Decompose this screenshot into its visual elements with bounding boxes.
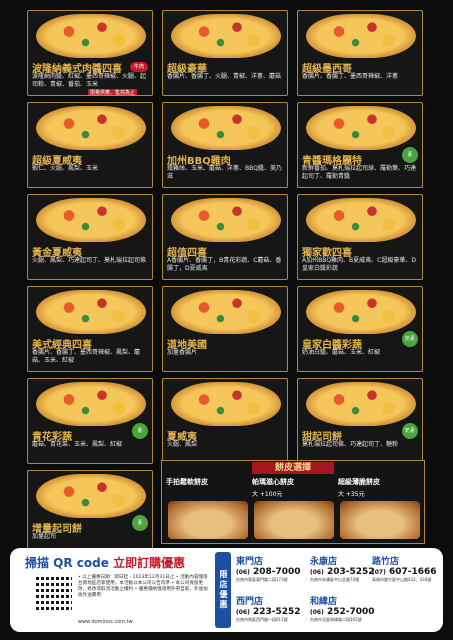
pizza-image <box>171 290 281 334</box>
store-ximen: 西門店 (06) 223-5252 台南市南區西門路一段611號 <box>236 597 301 622</box>
pizza-description: 莫札瑞拉起司條、巧達起司丁、糖粉 <box>302 441 399 448</box>
crust-option-thin[interactable]: 超級薄脆餅皮 大 +35元 <box>338 477 422 541</box>
crust-image <box>254 501 334 539</box>
pizza-description: 蘑菇、青花菜、玉米、鳳梨、紅椒 <box>32 441 123 448</box>
pizza-card[interactable]: 皇家白醬彩蔬 奶油白醬、蘑菇、玉米、紅椒 奶素 <box>297 286 423 372</box>
pizza-description: 火腿、鳳梨 <box>167 441 198 448</box>
store-hewei: 和緯店 (06) 252-7000 台南市北區和緯路二段162號 <box>310 597 375 622</box>
pizza-card[interactable]: 獨家歡四喜 A加州BBQ雞肉、B夏威夷、C超級豪華、D皇家白醬彩蔬 <box>297 194 423 280</box>
pizza-description: A加州BBQ雞肉、B夏威夷、C超級豪華、D皇家白醬彩蔬 <box>302 257 416 272</box>
pizza-description: 加量起司 <box>32 533 57 540</box>
crust-option-parmesan-stuffed[interactable]: 帕瑪滋心餅皮 大 +100元 <box>252 477 336 541</box>
pizza-image <box>171 106 281 150</box>
store-luzhu: 路竹店 (07) 607-1666 高雄市路竹區中山路432、434號 <box>372 557 437 582</box>
pizza-description: 蝦仁、火腿、鳳梨、玉米 <box>32 165 99 172</box>
crust-image <box>340 501 420 539</box>
pizza-description: 香腸片、香腸丁、墨西哥辣椒、洋蔥 <box>302 73 399 80</box>
crust-section: 餅皮選擇 手拍鬆軟餅皮 帕瑪滋心餅皮 大 +100元 超級薄脆餅皮 大 +35元 <box>161 460 425 544</box>
pizza-description: 奶油白醬、蘑菇、玉米、紅椒 <box>302 349 381 356</box>
website-url[interactable]: www.dominos.com.tw <box>78 619 133 625</box>
pizza-card[interactable]: 超級夏威夷 蝦仁、火腿、鳳梨、玉米 <box>27 102 153 188</box>
store-yongkang: 永康店 (06) 203-5252 台南市永康區中山北路74號 <box>310 557 375 582</box>
diet-badge: 素 <box>132 515 148 531</box>
pizza-description: 波隆納肉醬、紅椒、墨西哥辣椒、火腿、起司粉、青椒、番茄、玉米 <box>32 73 147 88</box>
qr-code[interactable] <box>36 574 72 610</box>
pizza-image <box>36 474 146 518</box>
promo-headline: 掃描 QR code 立即訂購優惠 <box>25 556 186 570</box>
pizza-image <box>36 290 146 334</box>
diet-badge: 牛肉 <box>130 62 148 72</box>
pizza-image <box>306 14 416 58</box>
crust-title: 餅皮選擇 <box>252 462 334 474</box>
pizza-description: 香腸片、香腸丁、火腿、青椒、洋蔥、蘑菇 <box>167 73 282 80</box>
pizza-image <box>36 106 146 150</box>
pizza-image <box>36 382 146 426</box>
pizza-image <box>171 382 281 426</box>
pizza-image <box>306 106 416 150</box>
pizza-description: A香腸片、香腸丁，B青花彩蔬、C蘑菇、香腸丁，D夏威夷 <box>167 257 282 272</box>
pizza-card[interactable]: 甜起司餅 莫札瑞拉起司條、巧達起司丁、糖粉 奶素 <box>297 378 423 464</box>
pizza-image <box>171 14 281 58</box>
pizza-image <box>36 14 146 58</box>
promo-notes: • 以上優惠日期：即日起 - 2023年12月31日止 • 活動內容僅限台南地區… <box>78 575 208 598</box>
store-discount-label: 限店優惠 <box>215 552 231 628</box>
pizza-card[interactable]: 加州BBQ雞肉 燻雞絲、玉米、蘑菇、洋蔥、BBQ醬、美乃滋 <box>162 102 288 188</box>
pizza-card[interactable]: 青醬瑪格麗特 新鮮番茄、莫札瑞拉起司球、羅勒葉、巧達起司丁、羅勒青醬素 <box>297 102 423 188</box>
pizza-card[interactable]: 道地美國 加量香腸片 <box>162 286 288 372</box>
pizza-card[interactable]: 黃金夏威夷 火腿、鳳梨、巧達起司丁、莫札瑞拉起司條 <box>27 194 153 280</box>
pizza-description: 燻雞絲、玉米、蘑菇、洋蔥、BBQ醬、美乃滋 <box>167 165 282 180</box>
diet-badge: 素 <box>402 147 418 163</box>
crust-image <box>168 501 248 539</box>
store-dongmen: 東門店 (06) 208-7000 台南市東區東門路二段173號 <box>236 557 301 582</box>
pizza-card[interactable]: 超值四喜 A香腸片、香腸丁，B青花彩蔬、C蘑菇、香腸丁，D夏威夷 <box>162 194 288 280</box>
diet-badge: 奶素 <box>402 423 418 439</box>
diet-badge: 素 <box>132 423 148 439</box>
crust-option-hand-tossed[interactable]: 手拍鬆軟餅皮 <box>166 477 250 541</box>
pizza-card[interactable]: 青花彩蔬 蘑菇、青花菜、玉米、鳳梨、紅椒素 <box>27 378 153 464</box>
pizza-card[interactable]: 美式經典四喜 香腸片、香腸丁、墨西哥辣椒、鳳梨、蘑菇、玉米、紅椒 <box>27 286 153 372</box>
pizza-description: 火腿、鳳梨、巧達起司丁、莫札瑞拉起司條 <box>32 257 147 264</box>
diet-badge: 奶素 <box>402 331 418 347</box>
pizza-image <box>171 198 281 242</box>
pizza-description: 新鮮番茄、莫札瑞拉起司球、羅勒葉、巧達起司丁、羅勒青醬 <box>302 165 417 180</box>
pizza-card[interactable]: 增量起司餅 加量起司素 <box>27 470 153 556</box>
pizza-description: 加量香腸片 <box>167 349 198 356</box>
pizza-card[interactable]: 超級豪華 香腸片、香腸丁、火腿、青椒、洋蔥、蘑菇 <box>162 10 288 96</box>
pizza-card[interactable]: 夏威夷 火腿、鳳梨 <box>162 378 288 464</box>
pizza-image <box>306 290 416 334</box>
limited-tag: 限量供應、售完為止 <box>88 89 138 96</box>
pizza-card[interactable]: 超級墨西哥 香腸片、香腸丁、墨西哥辣椒、洋蔥 <box>297 10 423 96</box>
pizza-image <box>36 198 146 242</box>
pizza-image <box>306 198 416 242</box>
pizza-image <box>306 382 416 426</box>
pizza-description: 香腸片、香腸丁、墨西哥辣椒、鳳梨、蘑菇、玉米、紅椒 <box>32 349 141 364</box>
promo-panel: 掃描 QR code 立即訂購優惠 • 以上優惠日期：即日起 - 2023年12… <box>10 548 443 632</box>
pizza-card[interactable]: 波隆納義式肉醬四喜 波隆納肉醬、紅椒、墨西哥辣椒、火腿、起司粉、青椒、番茄、玉米牛… <box>27 10 153 96</box>
